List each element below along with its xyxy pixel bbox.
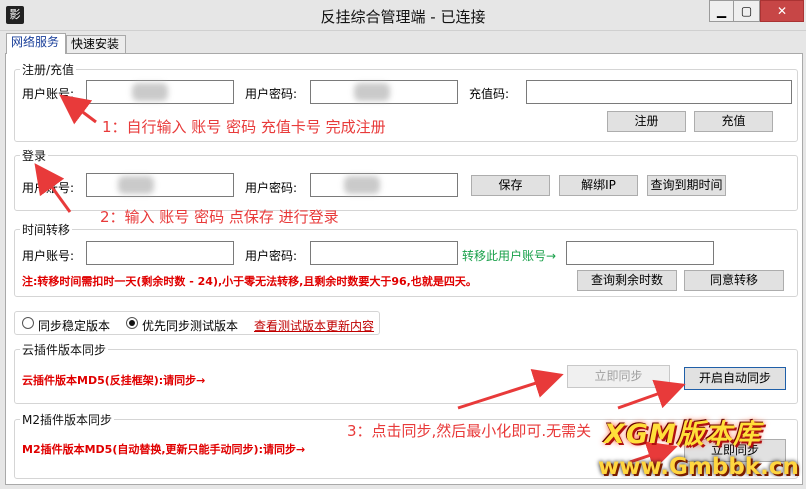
watermark-url: www.Gmbbk.cn (598, 454, 799, 480)
test-version-label[interactable]: 优先同步测试版本 (142, 317, 238, 334)
annotation-step-2: 2：输入 账号 密码 点保存 进行登录 (100, 208, 339, 226)
login-group-title: 登录 (20, 147, 49, 164)
transfer-group-title: 时间转移 (20, 221, 73, 238)
login-account-label: 用户账号: (22, 181, 75, 195)
test-version-radio[interactable] (126, 317, 138, 329)
unbind-ip-button[interactable]: 解绑IP (559, 175, 638, 196)
register-button[interactable]: 注册 (607, 111, 686, 132)
m2-sync-status: M2插件版本MD5(自动替换,更新只能手动同步):请同步→ (22, 443, 306, 456)
stable-version-label[interactable]: 同步稳定版本 (38, 317, 110, 334)
minimize-button[interactable]: ▁ (709, 0, 734, 22)
maximize-button[interactable]: ▢ (734, 0, 760, 22)
save-button[interactable]: 保存 (471, 175, 550, 196)
cloud-sync-status: 云插件版本MD5(反挂框架):请同步→ (22, 374, 206, 387)
annotation-step-3: 3：点击同步,然后最小化即可.无需关 (347, 422, 592, 440)
register-password-label: 用户密码: (245, 87, 298, 101)
auto-sync-button[interactable]: 开启自动同步 (684, 367, 786, 390)
annotation-step-1: 1：自行输入 账号 密码 充值卡号 完成注册 (102, 118, 386, 136)
login-password-input[interactable] (310, 173, 458, 197)
transfer-target-input[interactable] (566, 241, 714, 265)
transfer-password-input[interactable] (310, 241, 458, 265)
m2-sync-title: M2插件版本同步 (20, 411, 114, 428)
redacted-mark (132, 83, 168, 101)
login-account-input[interactable] (86, 173, 234, 197)
watermark-logo: XGM版本库 (604, 419, 761, 450)
tab-network-service[interactable]: 网络服务 (6, 33, 66, 54)
query-remaining-hours-button[interactable]: 查询剩余时数 (577, 270, 677, 291)
cloud-sync-now-button[interactable]: 立即同步 (567, 365, 670, 388)
title-bar: 影 反挂综合管理端 - 已连接 ▁ ▢ ✕ (0, 0, 806, 31)
redacted-mark (344, 176, 380, 194)
query-expiry-button[interactable]: 查询到期时间 (647, 175, 726, 196)
window-title: 反挂综合管理端 - 已连接 (320, 8, 486, 26)
stable-version-radio[interactable] (22, 317, 34, 329)
recharge-code-label: 充值码: (469, 87, 510, 101)
register-group-title: 注册/充值 (20, 61, 77, 78)
transfer-target-label: 转移此用户账号→ (462, 249, 557, 263)
changelog-link[interactable]: 查看测试版本更新内容 (254, 317, 374, 334)
transfer-account-input[interactable] (86, 241, 234, 265)
agree-transfer-button[interactable]: 同意转移 (684, 270, 784, 291)
transfer-password-label: 用户密码: (245, 249, 298, 263)
close-button[interactable]: ✕ (760, 0, 804, 22)
tab-quick-install[interactable]: 快速安装 (66, 35, 126, 53)
recharge-button[interactable]: 充值 (694, 111, 773, 132)
transfer-note: 注:转移时间需扣时一天(剩余时数 - 24),小于零无法转移,且剩余时数要大于9… (22, 275, 477, 288)
register-account-label: 用户账号: (22, 87, 75, 101)
redacted-mark (354, 83, 390, 101)
redacted-mark (118, 176, 154, 194)
recharge-code-input[interactable] (526, 80, 792, 104)
cloud-sync-title: 云插件版本同步 (20, 341, 109, 358)
login-password-label: 用户密码: (245, 181, 298, 195)
transfer-account-label: 用户账号: (22, 249, 75, 263)
